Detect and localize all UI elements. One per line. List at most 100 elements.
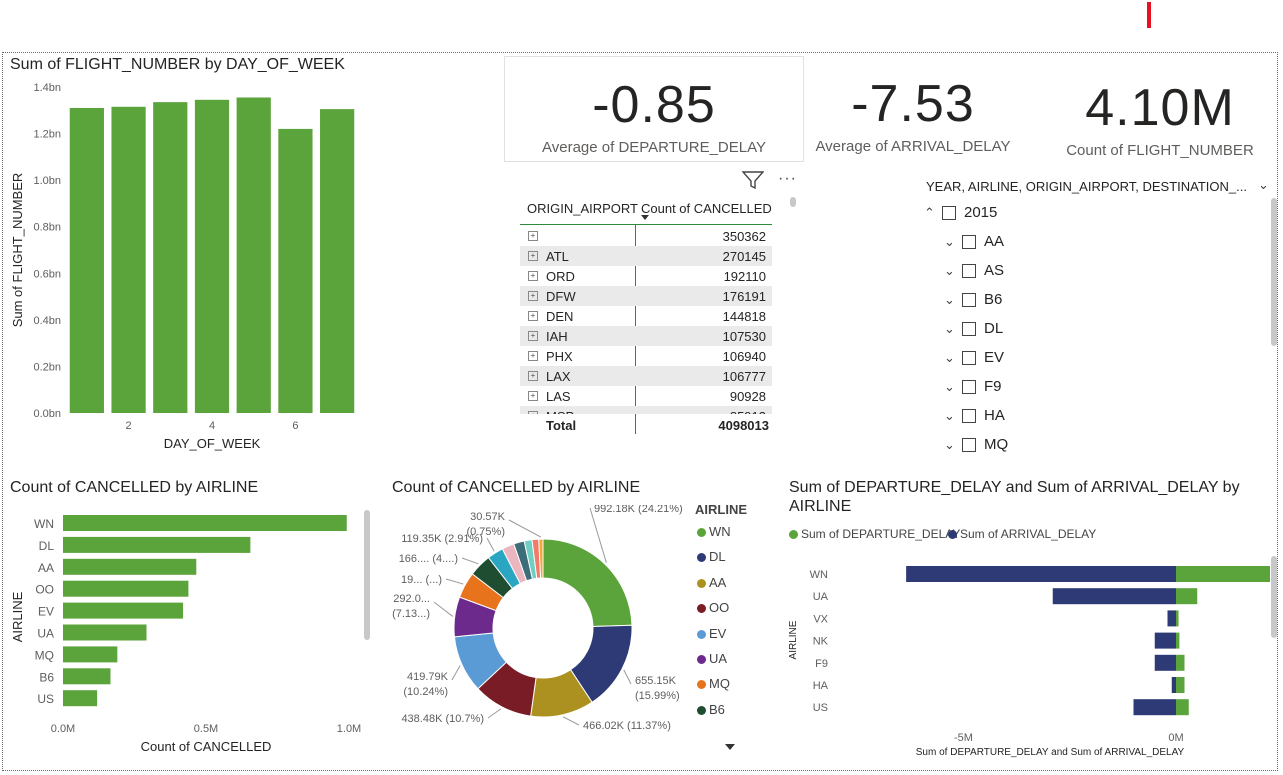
legend-arrival-delay[interactable]: Sum of ARRIVAL_DELAY <box>948 527 1096 541</box>
delay-chart-scrollbar[interactable] <box>1271 556 1277 638</box>
airline-bar[interactable] <box>63 580 189 597</box>
legend-item-oo[interactable]: OO <box>697 600 729 615</box>
checkbox[interactable] <box>962 438 976 453</box>
expand-row-icon[interactable]: + <box>528 391 538 401</box>
delay-by-airline-chart[interactable]: WN UA VX NK F9 HA US -5M 0M Sum of DEPARTURE_DELA… <box>780 550 1270 765</box>
expand-row-icon[interactable]: + <box>528 311 538 321</box>
legend-item-ua[interactable]: UA <box>697 651 727 666</box>
airline-bar[interactable] <box>63 558 197 575</box>
expand-row-icon[interactable]: + <box>528 331 538 341</box>
table-body[interactable]: +350362 + ATL 270145 + ORD 192110 + DFW 176191 + DE… <box>520 226 772 414</box>
checkbox[interactable] <box>962 322 976 337</box>
departure-delay-bar[interactable] <box>1176 677 1185 693</box>
table-scrollbar[interactable] <box>790 197 796 207</box>
chevron-down-icon[interactable]: ⌄ <box>944 292 962 308</box>
day-of-week-chart[interactable]: 0.0bn 0.2bn 0.4bn 0.6bn 0.8bn 1.0bn 1.2bn 1.4bn… <box>0 74 490 459</box>
airline-bar[interactable] <box>63 646 118 663</box>
slicer-item-aa[interactable]: ⌄ AA <box>944 233 1004 250</box>
chevron-down-icon[interactable]: ⌄ <box>944 437 962 453</box>
arrival-delay-bar[interactable] <box>906 566 1176 582</box>
day-bar[interactable] <box>69 107 104 413</box>
legend-item-ev[interactable]: EV <box>697 626 726 641</box>
table-row[interactable]: + ORD 192110 <box>520 266 772 286</box>
airline-bar[interactable] <box>63 602 184 619</box>
table-row[interactable]: +350362 <box>520 226 772 246</box>
expand-row-icon[interactable]: + <box>528 351 538 361</box>
legend-scroll-down-icon[interactable] <box>725 744 735 750</box>
table-header-cancelled[interactable]: Count of CANCELLED <box>641 201 772 216</box>
expand-row-icon[interactable]: + <box>528 411 538 414</box>
checkbox[interactable] <box>942 206 956 221</box>
expand-row-icon[interactable]: + <box>528 231 538 241</box>
donut-slice[interactable] <box>542 538 633 627</box>
checkbox[interactable] <box>962 235 976 250</box>
cancelled-by-airline-bar-chart[interactable]: WN DL AA OO EV UA MQ B6 US 0.0M 0.5M 1.0M Count of C… <box>0 505 380 767</box>
slicer-item-ha[interactable]: ⌄ HA <box>944 407 1005 424</box>
legend-item-dl[interactable]: DL <box>697 549 726 564</box>
checkbox[interactable] <box>962 380 976 395</box>
kpi-card-arrival-delay[interactable]: -7.53 Average of ARRIVAL_DELAY <box>812 56 1014 162</box>
departure-delay-bar[interactable] <box>1176 588 1198 605</box>
table-row[interactable]: + LAS 90928 <box>520 386 772 406</box>
day-bar[interactable] <box>278 128 313 413</box>
legend-departure-delay[interactable]: Sum of DEPARTURE_DELAY <box>789 527 960 541</box>
chevron-down-icon[interactable]: ⌄ <box>944 234 962 250</box>
checkbox[interactable] <box>962 293 976 308</box>
slicer-dropdown-icon[interactable]: ⌄ <box>1258 177 1269 193</box>
expand-row-icon[interactable]: + <box>528 371 538 381</box>
chevron-down-icon[interactable]: ⌄ <box>944 350 962 366</box>
slicer-item-f9[interactable]: ⌄ F9 <box>944 378 1002 395</box>
arrival-delay-bar[interactable] <box>1133 699 1177 716</box>
slicer-scrollbar[interactable] <box>1271 198 1277 346</box>
legend-item-b6[interactable]: B6 <box>697 702 725 717</box>
expand-row-icon[interactable]: + <box>528 251 538 261</box>
airline-bar[interactable] <box>63 624 147 641</box>
kpi-card-flight-count[interactable]: 4.10M Count of FLIGHT_NUMBER <box>1060 60 1260 166</box>
legend-item-wn[interactable]: WN <box>697 524 731 539</box>
departure-delay-bar[interactable] <box>1176 654 1185 671</box>
slicer-item-dl[interactable]: ⌄ DL <box>944 320 1003 337</box>
filter-icon[interactable] <box>741 170 765 195</box>
table-row[interactable]: + PHX 106940 <box>520 346 772 366</box>
chevron-down-icon[interactable]: ⌄ <box>944 379 962 395</box>
slicer-item-as[interactable]: ⌄ AS <box>944 262 1004 279</box>
day-bar[interactable] <box>153 102 188 413</box>
airline-bar[interactable] <box>63 668 111 685</box>
expand-row-icon[interactable]: + <box>528 271 538 281</box>
table-row[interactable]: + MSP 85913 <box>520 406 772 414</box>
legend-item-aa[interactable]: AA <box>697 575 726 590</box>
day-bar[interactable] <box>111 106 146 414</box>
chevron-down-icon[interactable]: ⌄ <box>944 321 962 337</box>
table-header-origin[interactable]: ORIGIN_AIRPORT <box>527 201 638 216</box>
departure-delay-bar[interactable] <box>1176 699 1189 716</box>
departure-delay-bar[interactable] <box>1176 632 1180 649</box>
airline-bar[interactable] <box>63 536 251 553</box>
table-row[interactable]: + ATL 270145 <box>520 246 772 266</box>
departure-delay-bar[interactable] <box>1176 566 1270 582</box>
kpi-card-departure-delay[interactable]: -0.85 Average of DEPARTURE_DELAY <box>504 56 804 162</box>
table-row[interactable]: + LAX 106777 <box>520 366 772 386</box>
expand-row-icon[interactable]: + <box>528 291 538 301</box>
more-options-icon[interactable]: ··· <box>778 170 797 188</box>
chevron-down-icon[interactable]: ⌄ <box>944 408 962 424</box>
checkbox[interactable] <box>962 409 976 424</box>
departure-delay-bar[interactable] <box>1176 610 1179 627</box>
arrival-delay-bar[interactable] <box>1154 654 1176 671</box>
chevron-down-icon[interactable]: ⌄ <box>944 263 962 279</box>
slicer-item-b6[interactable]: ⌄ B6 <box>944 291 1002 308</box>
table-row[interactable]: + IAH 107530 <box>520 326 772 346</box>
arrival-delay-bar[interactable] <box>1154 632 1176 649</box>
arrival-delay-bar[interactable] <box>1052 588 1176 605</box>
slicer-item-ev[interactable]: ⌄ EV <box>944 349 1004 366</box>
day-bar[interactable] <box>194 99 230 414</box>
airline-bar[interactable] <box>63 515 347 531</box>
slicer-item-mq[interactable]: ⌄ MQ <box>944 436 1008 453</box>
checkbox[interactable] <box>962 264 976 279</box>
slicer-year-2015[interactable]: ⌃ 2015 <box>924 204 997 221</box>
arrival-delay-bar[interactable] <box>1167 610 1177 627</box>
bar-chart-scrollbar[interactable] <box>364 510 370 640</box>
table-row[interactable]: + DFW 176191 <box>520 286 772 306</box>
airline-bar[interactable] <box>63 690 98 707</box>
table-row[interactable]: + DEN 144818 <box>520 306 772 326</box>
day-bar[interactable] <box>320 109 355 413</box>
